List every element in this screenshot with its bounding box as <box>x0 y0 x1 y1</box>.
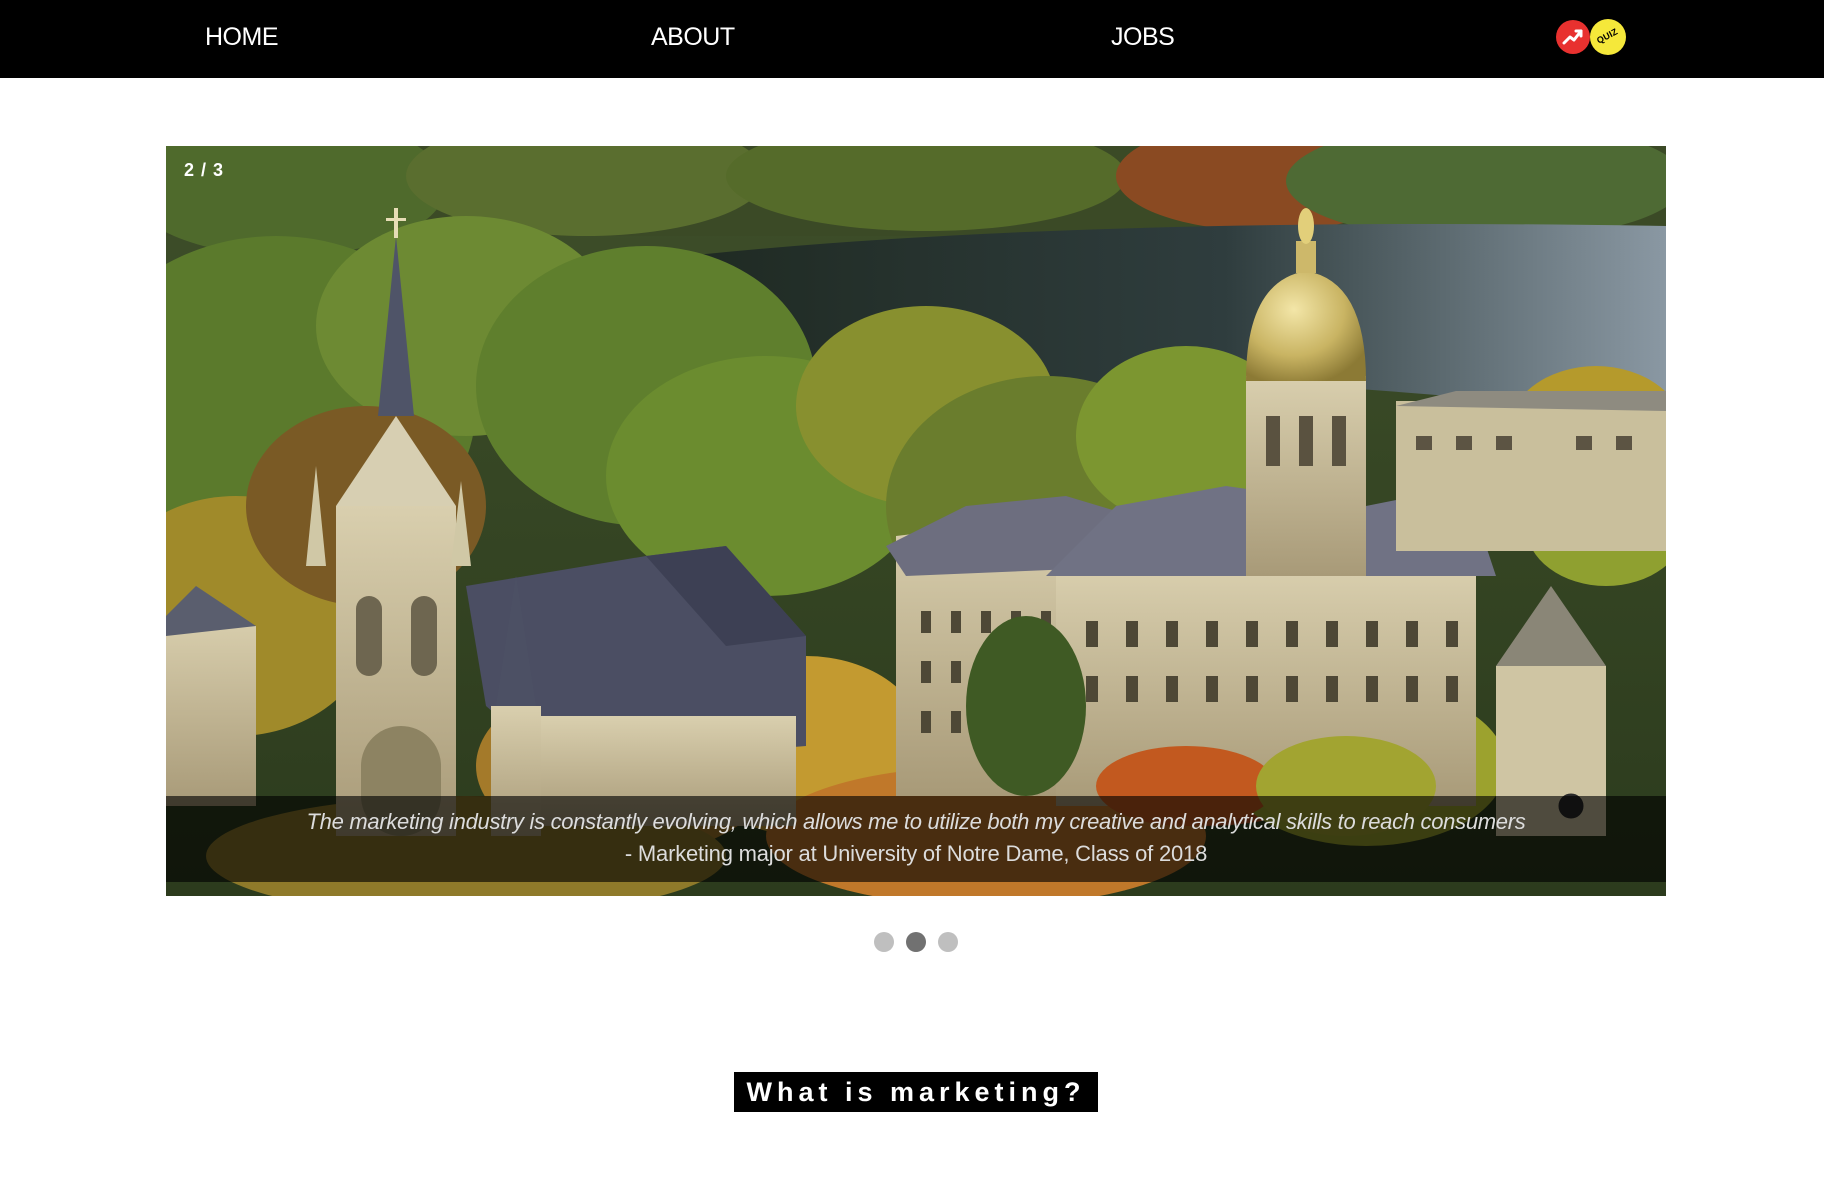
campus-photo <box>166 146 1666 896</box>
slide-dot-3[interactable] <box>938 932 958 952</box>
quiz-logo[interactable]: QUIZ <box>1556 19 1628 55</box>
top-navbar: HOME ABOUT JOBS QUIZ <box>0 0 1824 78</box>
slide-dot-1[interactable] <box>874 932 894 952</box>
slide-caption: The marketing industry is constantly evo… <box>166 796 1666 882</box>
section-heading: What is marketing? <box>734 1072 1098 1112</box>
quiz-badge-label: QUIZ <box>1594 26 1620 46</box>
nav-about-link[interactable]: ABOUT <box>651 22 735 52</box>
slide-counter: 2 / 3 <box>184 160 225 180</box>
campus-slideshow[interactable]: 2 / 3 The marketing industry is constant… <box>166 146 1666 896</box>
slide-attribution: - Marketing major at University of Notre… <box>624 841 1208 866</box>
slide-quote: The marketing industry is constantly evo… <box>306 809 1526 834</box>
trend-up-icon <box>1556 20 1590 54</box>
nav-home-link[interactable]: HOME <box>205 22 279 52</box>
quiz-badge-icon: QUIZ <box>1590 19 1626 55</box>
nav-jobs-link[interactable]: JOBS <box>1111 22 1175 52</box>
slide-dot-2[interactable] <box>906 932 926 952</box>
